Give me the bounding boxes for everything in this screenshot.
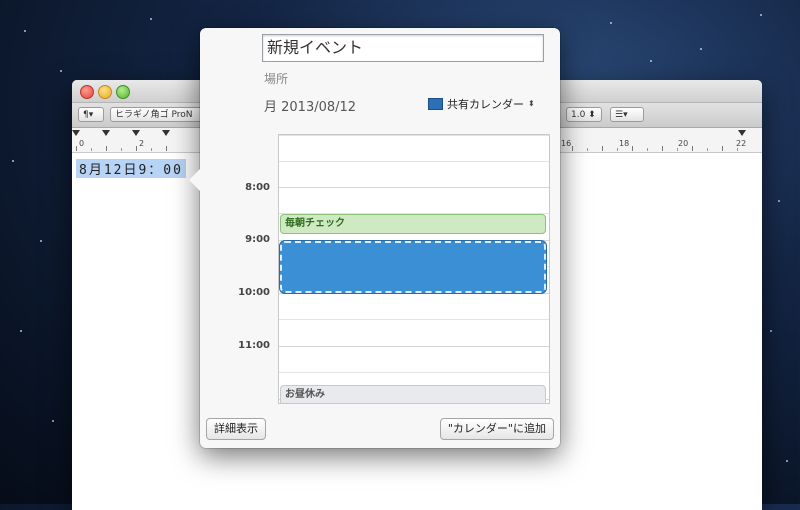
close-window-button[interactable]: [80, 85, 94, 99]
time-label-10: 10:00: [238, 287, 270, 298]
popover-pointer: [189, 168, 201, 192]
ruler-number: 20: [678, 139, 689, 148]
add-to-calendar-button[interactable]: "カレンダー"に追加: [439, 418, 554, 440]
paragraph-style-popup[interactable]: ¶▾: [78, 107, 104, 122]
new-event-block[interactable]: [280, 241, 546, 293]
time-label-8: 8:00: [245, 182, 270, 193]
day-timeline[interactable]: 毎朝チェック お昼休み: [278, 134, 550, 404]
time-label-9: 9:00: [245, 234, 270, 245]
tab-stop-marker[interactable]: [162, 130, 170, 136]
calendar-color-swatch: [428, 98, 443, 110]
left-margin-marker[interactable]: [72, 130, 80, 136]
location-field[interactable]: 場所: [264, 70, 288, 87]
line-spacing-popup[interactable]: 1.0 ⬍: [566, 107, 602, 122]
minimize-window-button[interactable]: [98, 85, 112, 99]
list-style-popup[interactable]: ☰▾: [610, 107, 644, 122]
ruler-number: 0: [79, 139, 85, 148]
selected-text[interactable]: 8月12日9：00: [76, 159, 186, 178]
event-date-field[interactable]: 月 2013/08/12: [264, 96, 356, 115]
event-lunch-break[interactable]: お昼休み: [280, 385, 546, 403]
new-event-popover: 新規イベント 場所 月 2013/08/12 共有カレンダー ⬍ 8:00 9:…: [189, 28, 560, 448]
tab-stop-marker[interactable]: [132, 130, 140, 136]
ruler-number: 2: [139, 139, 145, 148]
calendar-selector[interactable]: 共有カレンダー ⬍: [428, 96, 535, 112]
tab-stop-marker[interactable]: [102, 130, 110, 136]
font-family-popup[interactable]: ヒラギノ角ゴ ProN: [110, 107, 204, 122]
event-morning-check[interactable]: 毎朝チェック: [280, 214, 546, 234]
show-details-button[interactable]: 詳細表示: [206, 418, 266, 440]
ruler-number: 16: [561, 139, 572, 148]
zoom-window-button[interactable]: [116, 85, 130, 99]
calendar-name: 共有カレンダー: [447, 98, 524, 111]
event-title-field[interactable]: 新規イベント: [262, 34, 544, 62]
ruler-number: 18: [619, 139, 630, 148]
time-label-11: 11:00: [238, 340, 270, 351]
ruler-number: 22: [736, 139, 747, 148]
right-margin-marker[interactable]: [738, 130, 746, 136]
updown-chevron-icon: ⬍: [528, 99, 535, 108]
